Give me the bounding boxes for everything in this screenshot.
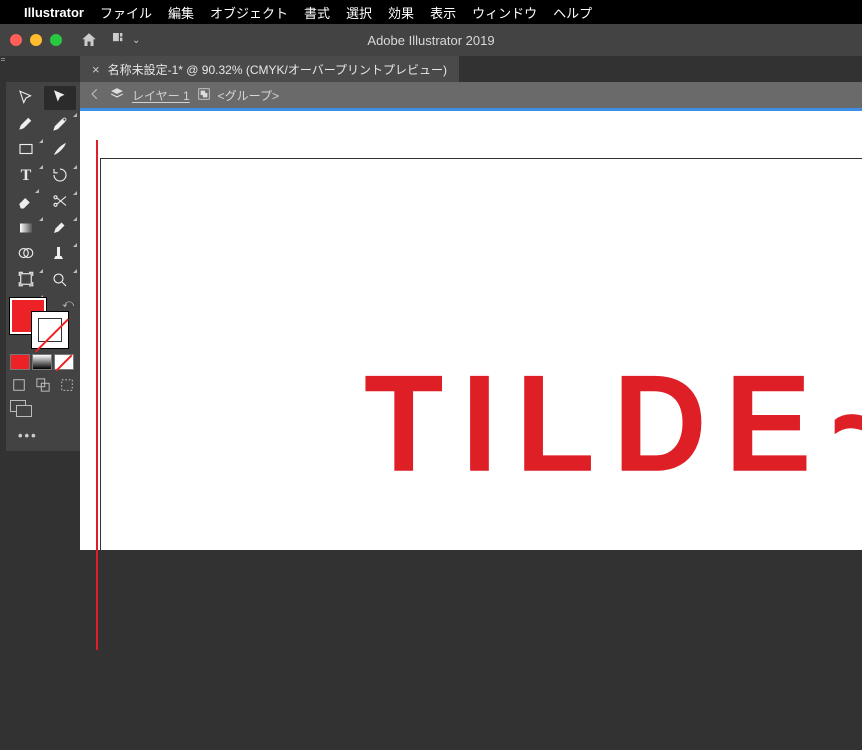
ruler-guide (80, 108, 862, 111)
app-menu[interactable]: Illustrator (24, 5, 84, 20)
group-icon (198, 88, 210, 103)
window-title: Adobe Illustrator 2019 (367, 33, 494, 48)
selection-tool[interactable] (10, 86, 42, 110)
direct-selection-tool[interactable] (44, 86, 76, 110)
fill-stroke-swatch[interactable]: ⤺ (10, 298, 76, 346)
minimize-window-button[interactable] (30, 34, 42, 46)
curvature-tool[interactable] (44, 112, 76, 136)
breadcrumb-layer[interactable]: レイヤー 1 (132, 87, 190, 104)
shape-builder-tool[interactable] (10, 242, 42, 266)
menu-view[interactable]: 表示 (430, 3, 456, 22)
color-mode-none[interactable] (54, 354, 74, 370)
close-tab-icon[interactable]: × (92, 62, 100, 77)
breadcrumb-group[interactable]: <グループ> (218, 87, 279, 104)
tools-panel: T ⤺ ••• (6, 82, 80, 451)
rectangle-tool[interactable] (10, 138, 42, 162)
menu-edit[interactable]: 編集 (168, 3, 194, 22)
screen-mode-button[interactable] (10, 400, 76, 418)
draw-inside-icon[interactable] (58, 376, 76, 394)
menu-window[interactable]: ウィンドウ (472, 3, 537, 22)
zoom-window-button[interactable] (50, 34, 62, 46)
draw-behind-icon[interactable] (34, 376, 52, 394)
document-tab[interactable]: × 名称未設定-1* @ 90.32% (CMYK/オーバープリントプレビュー) (80, 56, 459, 82)
draw-normal-icon[interactable] (10, 376, 28, 394)
window-controls (0, 34, 72, 46)
eraser-tool[interactable] (10, 190, 42, 214)
layers-icon (110, 87, 124, 104)
bleed-guide (96, 140, 98, 650)
artboard-tool[interactable] (10, 268, 42, 292)
isolation-breadcrumb[interactable]: レイヤー 1 <グループ> (80, 82, 862, 108)
home-icon[interactable] (80, 31, 98, 49)
menu-object[interactable]: オブジェクト (210, 3, 288, 22)
draw-mode-row (10, 376, 76, 394)
rotate-tool[interactable] (44, 164, 76, 188)
eyedropper-tool[interactable] (44, 216, 76, 240)
edit-toolbar-button[interactable]: ••• (10, 428, 76, 443)
back-arrow-icon[interactable] (88, 87, 102, 104)
menu-select[interactable]: 選択 (346, 3, 372, 22)
chevron-down-icon: ⌄ (132, 35, 140, 46)
menu-effect[interactable]: 効果 (388, 3, 414, 22)
gradient-tool[interactable] (10, 216, 42, 240)
arrange-documents-icon[interactable]: ⌄ (110, 33, 140, 47)
menu-type[interactable]: 書式 (304, 3, 330, 22)
color-mode-row (10, 354, 76, 370)
close-window-button[interactable] (10, 34, 22, 46)
document-tab-label: 名称未設定-1* @ 90.32% (CMYK/オーバープリントプレビュー) (108, 61, 447, 78)
zoom-tool[interactable] (44, 268, 76, 292)
canvas[interactable]: TILDE~ (80, 108, 862, 550)
document-tab-bar: × 名称未設定-1* @ 90.32% (CMYK/オーバープリントプレビュー) (80, 56, 862, 82)
color-mode-solid[interactable] (10, 354, 30, 370)
swap-fill-stroke-icon[interactable]: ⤺ (62, 298, 74, 311)
menu-file[interactable]: ファイル (100, 3, 152, 22)
symbol-sprayer-tool[interactable] (44, 242, 76, 266)
stroke-color-swatch[interactable] (32, 312, 68, 348)
type-tool[interactable]: T (10, 164, 42, 188)
menu-help[interactable]: ヘルプ (553, 3, 592, 22)
scissors-tool[interactable] (44, 190, 76, 214)
macos-menubar: Illustrator ファイル 編集 オブジェクト 書式 選択 効果 表示 ウ… (0, 0, 862, 24)
color-mode-gradient[interactable] (32, 354, 52, 370)
artwork-text[interactable]: TILDE~ (364, 344, 862, 503)
pen-tool[interactable] (10, 112, 42, 136)
app-titlebar: ⌄ Adobe Illustrator 2019 (0, 24, 862, 56)
paintbrush-tool[interactable] (44, 138, 76, 162)
